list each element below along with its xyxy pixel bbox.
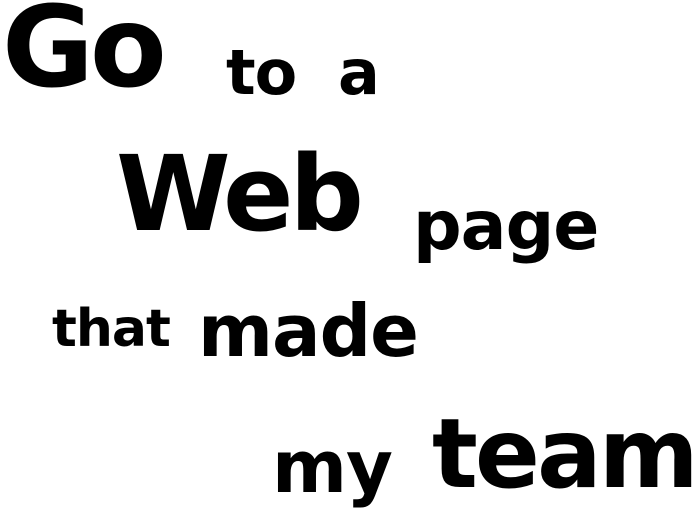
word-made: made [198,289,419,373]
word-web: Web [116,133,364,255]
word-my: my [272,425,393,509]
word-team: team [432,398,699,510]
word-a: a [338,36,380,109]
word-go: Go [2,0,167,113]
word-that: that [52,299,171,359]
word-page: page [413,187,599,266]
word-to: to [226,36,297,109]
